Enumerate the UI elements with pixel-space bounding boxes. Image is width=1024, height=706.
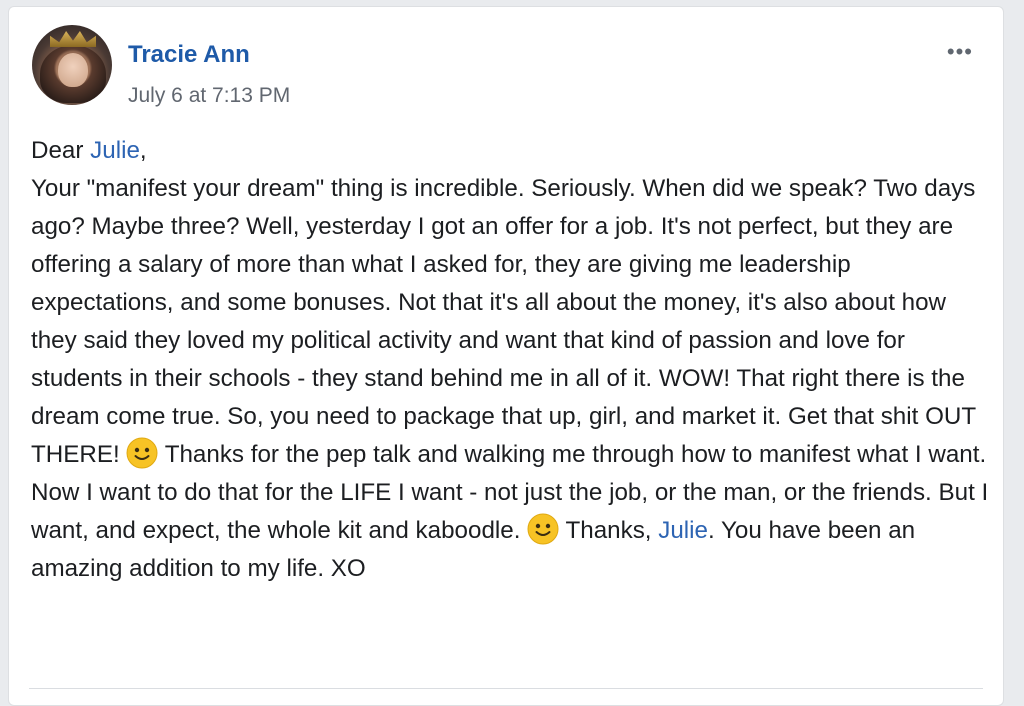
post-text: Dear Julie, Your "manifest your dream" t…: [31, 132, 991, 588]
smiley-face-icon: [126, 437, 158, 469]
crown-icon: [50, 31, 96, 47]
mention-link[interactable]: Julie: [658, 517, 708, 544]
greeting-suffix: ,: [139, 137, 147, 164]
post-card: Tracie Ann July 6 at 7:13 PM ••• Dear Ju…: [8, 6, 1004, 706]
more-options-icon[interactable]: •••: [947, 41, 973, 63]
smiley-face-icon: [527, 513, 559, 545]
post-text-part: Your "manifest your dream" thing is incr…: [31, 175, 976, 468]
post-timestamp[interactable]: July 6 at 7:13 PM: [128, 84, 290, 108]
greeting-prefix: Dear: [31, 137, 91, 164]
avatar-face: [58, 53, 88, 87]
avatar[interactable]: [32, 25, 112, 105]
divider: [29, 688, 983, 689]
post-text-part: Thanks,: [559, 517, 659, 544]
mention-link[interactable]: Julie: [90, 137, 140, 164]
author-name[interactable]: Tracie Ann: [128, 41, 250, 69]
